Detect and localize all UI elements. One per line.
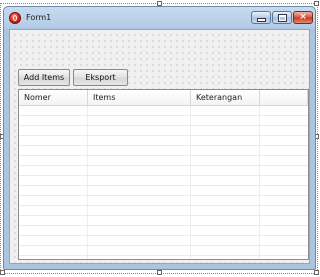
- form-app-icon[interactable]: [9, 12, 21, 24]
- export-excel-button[interactable]: Eksport Excel: [73, 69, 128, 97]
- grid-line: [19, 125, 308, 126]
- form-client-area: Add Items Eksport Excel Nomer Items Kete…: [9, 29, 310, 264]
- items-list-view[interactable]: Nomer Items Keterangan: [18, 89, 309, 260]
- grid-line: [19, 255, 308, 256]
- column-header-empty[interactable]: [260, 90, 308, 105]
- resize-handle-top-right[interactable]: [314, 1, 319, 6]
- title-bar[interactable]: Form1 ×: [4, 7, 315, 29]
- resize-handle-bottom[interactable]: [157, 270, 162, 275]
- grid-line: [19, 205, 308, 206]
- grid-line: [19, 115, 308, 116]
- form-window: Form1 × Add Items Eksport Excel Nomer It…: [3, 6, 316, 270]
- minimize-button[interactable]: [251, 11, 271, 24]
- minimize-icon: [258, 19, 265, 21]
- grid-line: [19, 145, 308, 146]
- window-title: Form1: [26, 13, 52, 22]
- grid-line: [19, 135, 308, 136]
- grid-line: [19, 165, 308, 166]
- resize-handle-bottom-left[interactable]: [0, 270, 5, 275]
- close-icon: ×: [299, 12, 307, 22]
- grid-line: [19, 225, 308, 226]
- grid-line: [19, 195, 308, 196]
- list-rows: [19, 106, 308, 259]
- list-header: Nomer Items Keterangan: [19, 90, 308, 106]
- column-header-keterangan[interactable]: Keterangan: [191, 90, 260, 105]
- grid-line: [19, 155, 308, 156]
- column-header-items[interactable]: Items: [88, 90, 191, 105]
- column-header-nomer[interactable]: Nomer: [19, 90, 88, 105]
- add-items-button[interactable]: Add Items: [18, 69, 70, 86]
- maximize-button[interactable]: [272, 11, 292, 24]
- maximize-icon: [279, 15, 286, 21]
- grid-line: [19, 235, 308, 236]
- close-button[interactable]: ×: [293, 11, 313, 24]
- grid-line: [19, 185, 308, 186]
- grid-line: [19, 245, 308, 246]
- grid-line: [19, 215, 308, 216]
- grid-line: [19, 175, 308, 176]
- resize-handle-bottom-right[interactable]: [314, 270, 319, 275]
